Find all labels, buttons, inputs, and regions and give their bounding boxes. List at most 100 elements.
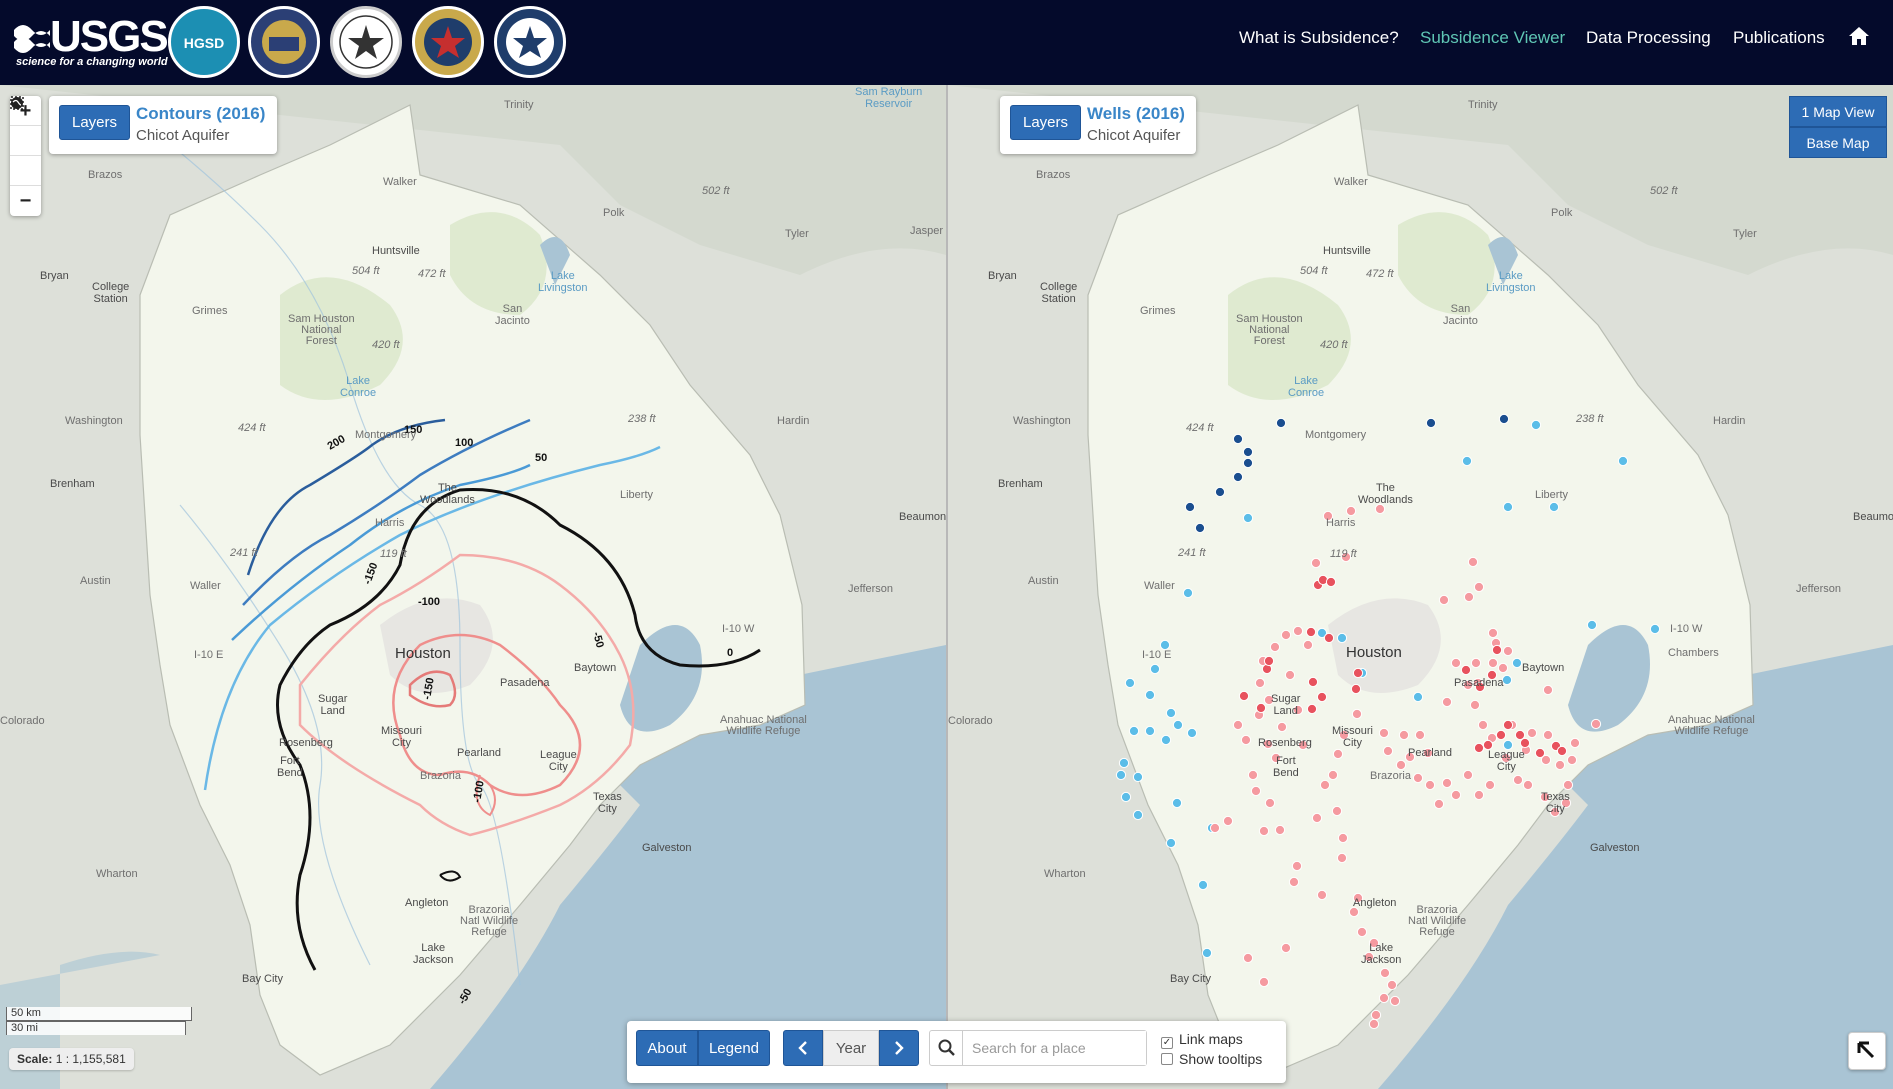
usgs-logo[interactable]: USGS science for a changing world bbox=[14, 12, 169, 70]
well-marker[interactable] bbox=[1487, 657, 1499, 669]
well-marker[interactable] bbox=[1441, 696, 1453, 708]
well-marker[interactable] bbox=[1382, 745, 1394, 757]
well-marker[interactable] bbox=[1462, 769, 1474, 781]
well-marker[interactable] bbox=[1441, 777, 1453, 789]
right-layers-button[interactable]: Layers bbox=[1010, 105, 1082, 140]
well-marker[interactable] bbox=[1548, 501, 1560, 513]
well-marker[interactable] bbox=[1291, 860, 1303, 872]
well-marker[interactable] bbox=[1319, 779, 1331, 791]
well-marker[interactable] bbox=[1276, 721, 1288, 733]
globe-button[interactable] bbox=[10, 97, 41, 156]
well-marker[interactable] bbox=[1302, 639, 1314, 651]
well-marker[interactable] bbox=[1519, 737, 1531, 749]
well-marker[interactable] bbox=[1534, 747, 1546, 759]
well-marker[interactable] bbox=[1214, 486, 1226, 498]
well-marker[interactable] bbox=[1124, 677, 1136, 689]
one-map-view-button[interactable]: 1 Map View bbox=[1789, 96, 1887, 127]
left-map[interactable]: 200 150 100 50 0 -100 -150 -50 -150 -100… bbox=[0, 85, 946, 1089]
lone-star-seal[interactable] bbox=[412, 6, 484, 78]
well-marker[interactable] bbox=[1128, 725, 1140, 737]
well-marker[interactable] bbox=[1316, 691, 1328, 703]
well-marker[interactable] bbox=[1184, 501, 1196, 513]
right-map[interactable]: Houston Pasadena Baytown Sugar Land Miss… bbox=[948, 85, 1893, 1089]
well-marker[interactable] bbox=[1232, 719, 1244, 731]
well-marker[interactable] bbox=[1473, 742, 1485, 754]
well-marker[interactable] bbox=[1463, 591, 1475, 603]
well-marker[interactable] bbox=[1238, 690, 1250, 702]
well-marker[interactable] bbox=[1292, 625, 1304, 637]
about-button[interactable]: About bbox=[636, 1030, 698, 1066]
well-marker[interactable] bbox=[1280, 942, 1292, 954]
well-marker[interactable] bbox=[1307, 676, 1319, 688]
well-marker[interactable] bbox=[1379, 967, 1391, 979]
well-marker[interactable] bbox=[1502, 645, 1514, 657]
well-marker[interactable] bbox=[1222, 815, 1234, 827]
show-tooltips-check-icon[interactable] bbox=[1161, 1053, 1173, 1065]
well-marker[interactable] bbox=[1327, 769, 1339, 781]
well-marker[interactable] bbox=[1269, 641, 1281, 653]
fort-bend-seal[interactable] bbox=[330, 6, 402, 78]
well-marker[interactable] bbox=[1274, 824, 1286, 836]
well-marker[interactable] bbox=[1149, 663, 1161, 675]
well-marker[interactable] bbox=[1562, 779, 1574, 791]
hgsd-seal[interactable]: HGSD bbox=[168, 6, 240, 78]
select-box-button[interactable] bbox=[10, 96, 41, 186]
collapse-button[interactable] bbox=[1848, 1032, 1886, 1070]
well-marker[interactable] bbox=[1438, 594, 1450, 606]
well-marker[interactable] bbox=[1473, 789, 1485, 801]
well-marker[interactable] bbox=[1336, 852, 1348, 864]
well-marker[interactable] bbox=[1258, 976, 1270, 988]
well-marker[interactable] bbox=[1352, 667, 1364, 679]
show-tooltips-checkbox[interactable]: Show tooltips bbox=[1161, 1051, 1262, 1067]
well-marker[interactable] bbox=[1194, 522, 1206, 534]
well-marker[interactable] bbox=[1487, 627, 1499, 639]
well-marker[interactable] bbox=[1617, 455, 1629, 467]
nav-publications[interactable]: Publications bbox=[1733, 28, 1825, 48]
well-marker[interactable] bbox=[1263, 655, 1275, 667]
well-marker[interactable] bbox=[1197, 879, 1209, 891]
legend-button[interactable]: Legend bbox=[698, 1030, 770, 1066]
well-marker[interactable] bbox=[1132, 771, 1144, 783]
well-marker[interactable] bbox=[1254, 677, 1266, 689]
well-marker[interactable] bbox=[1242, 512, 1254, 524]
search-icon[interactable] bbox=[938, 1039, 956, 1057]
well-marker[interactable] bbox=[1310, 557, 1322, 569]
nav-subsidence-viewer[interactable]: Subsidence Viewer bbox=[1420, 28, 1565, 48]
conroe-seal[interactable] bbox=[494, 6, 566, 78]
well-marker[interactable] bbox=[1378, 727, 1390, 739]
well-marker[interactable] bbox=[1186, 727, 1198, 739]
well-marker[interactable] bbox=[1120, 791, 1132, 803]
well-marker[interactable] bbox=[1649, 623, 1661, 635]
well-marker[interactable] bbox=[1316, 889, 1328, 901]
link-maps-check-icon[interactable]: ✓ bbox=[1161, 1037, 1173, 1049]
well-marker[interactable] bbox=[1467, 556, 1479, 568]
well-marker[interactable] bbox=[1232, 471, 1244, 483]
well-marker[interactable] bbox=[1331, 805, 1343, 817]
well-marker[interactable] bbox=[1395, 759, 1407, 771]
well-marker[interactable] bbox=[1264, 797, 1276, 809]
well-marker[interactable] bbox=[1502, 719, 1514, 731]
well-marker[interactable] bbox=[1414, 729, 1426, 741]
well-marker[interactable] bbox=[1497, 662, 1509, 674]
well-marker[interactable] bbox=[1412, 691, 1424, 703]
well-marker[interactable] bbox=[1389, 995, 1401, 1007]
well-marker[interactable] bbox=[1590, 718, 1602, 730]
nav-data-processing[interactable]: Data Processing bbox=[1586, 28, 1711, 48]
well-marker[interactable] bbox=[1132, 809, 1144, 821]
well-marker[interactable] bbox=[1336, 632, 1348, 644]
well-marker[interactable] bbox=[1284, 669, 1296, 681]
well-marker[interactable] bbox=[1368, 1018, 1380, 1030]
well-marker[interactable] bbox=[1165, 837, 1177, 849]
well-marker[interactable] bbox=[1495, 729, 1507, 741]
well-marker[interactable] bbox=[1242, 446, 1254, 458]
well-marker[interactable] bbox=[1275, 417, 1287, 429]
well-marker[interactable] bbox=[1250, 785, 1262, 797]
well-marker[interactable] bbox=[1311, 812, 1323, 824]
well-marker[interactable] bbox=[1165, 707, 1177, 719]
well-marker[interactable] bbox=[1118, 757, 1130, 769]
well-marker[interactable] bbox=[1378, 992, 1390, 1004]
well-marker[interactable] bbox=[1566, 754, 1578, 766]
well-marker[interactable] bbox=[1526, 727, 1538, 739]
well-marker[interactable] bbox=[1351, 708, 1363, 720]
well-marker[interactable] bbox=[1484, 779, 1496, 791]
